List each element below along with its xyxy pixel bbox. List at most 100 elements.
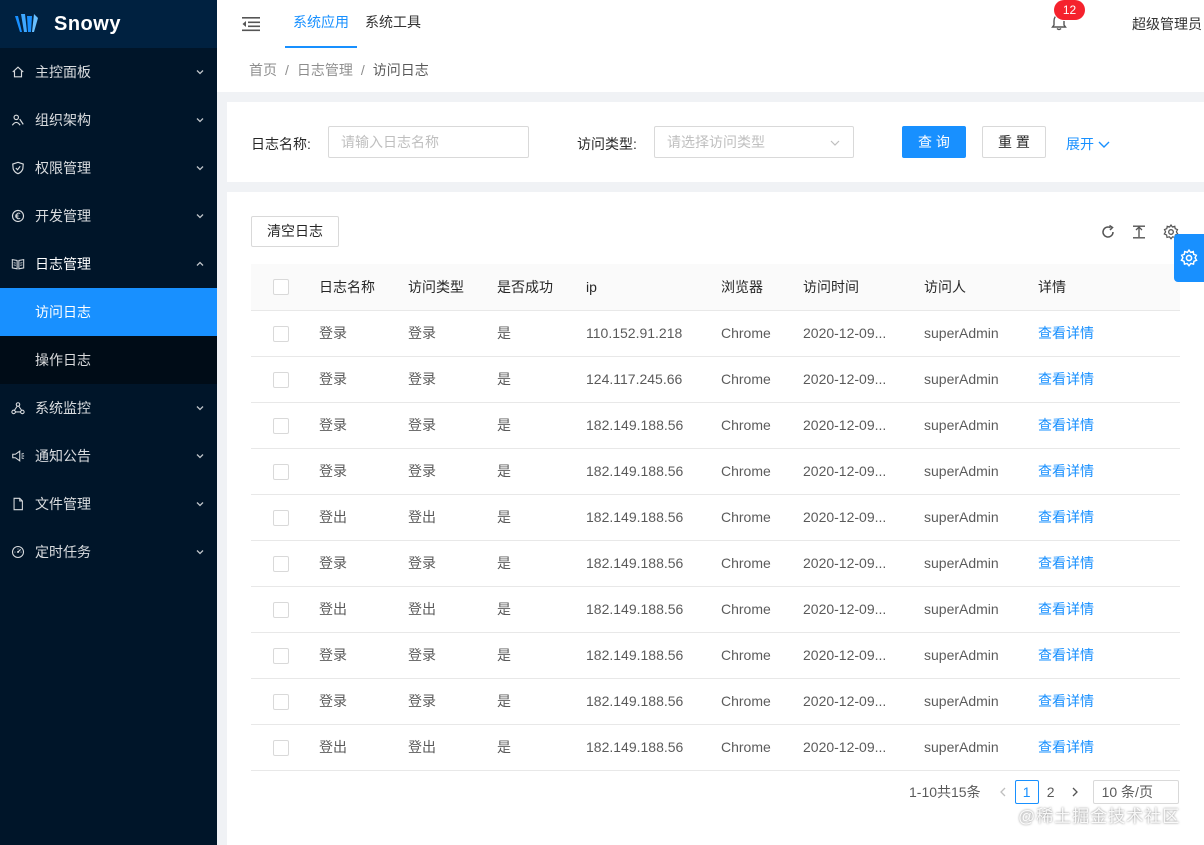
sidebar-item-2[interactable]: 权限管理 bbox=[0, 144, 217, 192]
tab-system-tools[interactable]: 系统工具 bbox=[357, 0, 429, 48]
cell-text: 是 bbox=[497, 371, 511, 387]
view-detail-link[interactable]: 查看详情 bbox=[1038, 371, 1094, 387]
sidebar-subitem-1[interactable]: 操作日志 bbox=[0, 336, 217, 384]
view-detail-link[interactable]: 查看详情 bbox=[1038, 601, 1094, 617]
column-header[interactable]: 详情 bbox=[1038, 264, 1180, 311]
chevron-down-icon bbox=[1098, 141, 1110, 148]
column-header[interactable]: 浏览器 bbox=[721, 264, 803, 311]
table-cell: 182.149.188.56 bbox=[586, 632, 721, 679]
file-icon bbox=[10, 496, 26, 512]
cell-text: 是 bbox=[497, 325, 511, 341]
next-page-icon[interactable] bbox=[1063, 780, 1087, 804]
sidebar-item-label: 通知公告 bbox=[35, 448, 91, 464]
table-cell: 是 bbox=[497, 494, 586, 541]
row-checkbox[interactable] bbox=[273, 463, 289, 480]
sidebar-item-8[interactable]: 定时任务 bbox=[0, 528, 217, 576]
pagination-total: 1-10共15条 bbox=[909, 784, 981, 800]
reset-button[interactable]: 重 置 bbox=[982, 126, 1046, 158]
expand-link[interactable]: 展开 bbox=[1066, 134, 1110, 154]
view-detail-link[interactable]: 查看详情 bbox=[1038, 555, 1094, 571]
cell-text: 登录 bbox=[319, 555, 347, 571]
row-checkbox[interactable] bbox=[273, 417, 289, 434]
table-row: 登录 登录 是 182.149.188.56 Chrome 2020-12-09... su… bbox=[251, 540, 1180, 587]
table-cell: superAdmin bbox=[924, 448, 1038, 495]
sidebar-item-7[interactable]: 文件管理 bbox=[0, 480, 217, 528]
log-name-input[interactable]: 请输入日志名称 bbox=[328, 126, 529, 158]
cell-text: 登录 bbox=[319, 693, 347, 709]
page-1-button[interactable]: 1 bbox=[1014, 780, 1039, 804]
sidebar-subitem-0[interactable]: 访问日志 bbox=[0, 288, 217, 336]
column-header[interactable]: 访问时间 bbox=[803, 264, 924, 311]
cell-text: 182.149.188.56 bbox=[586, 463, 684, 479]
cell-text: 182.149.188.56 bbox=[586, 509, 684, 525]
view-detail-link[interactable]: 查看详情 bbox=[1038, 509, 1094, 525]
query-button[interactable]: 查 询 bbox=[902, 126, 966, 158]
view-detail-link[interactable]: 查看详情 bbox=[1038, 325, 1094, 341]
prev-page-icon[interactable] bbox=[991, 780, 1015, 804]
row-checkbox[interactable] bbox=[273, 739, 289, 756]
logo[interactable]: Snowy bbox=[0, 0, 217, 48]
sidebar-item-4[interactable]: 日志管理 bbox=[0, 240, 217, 288]
sidebar-item-5[interactable]: 系统监控 bbox=[0, 384, 217, 432]
breadcrumb-log-management[interactable]: 日志管理 bbox=[297, 60, 353, 80]
table-cell: 查看详情 bbox=[1038, 724, 1180, 771]
column-header[interactable]: 日志名称 bbox=[319, 264, 408, 311]
row-checkbox[interactable] bbox=[273, 509, 289, 526]
row-checkbox[interactable] bbox=[273, 555, 289, 572]
sidebar-item-1[interactable]: 组织架构 bbox=[0, 96, 217, 144]
sidebar-item-0[interactable]: 主控面板 bbox=[0, 48, 217, 96]
tab-system-app[interactable]: 系统应用 bbox=[285, 0, 357, 48]
cell-text: 登录 bbox=[408, 325, 436, 341]
table-cell: 登出 bbox=[319, 586, 408, 633]
table-cell: 182.149.188.56 bbox=[586, 494, 721, 541]
view-detail-link[interactable]: 查看详情 bbox=[1038, 417, 1094, 433]
theme-setting-button[interactable] bbox=[1174, 234, 1204, 282]
cell-text: 登录 bbox=[408, 647, 436, 663]
table-cell: Chrome bbox=[721, 586, 803, 633]
column-height-icon[interactable] bbox=[1130, 223, 1148, 241]
expand-link-label: 展开 bbox=[1066, 136, 1094, 152]
table-cell: 登录 bbox=[408, 402, 497, 449]
page-2-button[interactable]: 2 bbox=[1039, 780, 1063, 804]
column-header[interactable]: 是否成功 bbox=[497, 264, 586, 311]
user-menu[interactable]: 超级管理员 bbox=[1132, 14, 1202, 34]
menu-fold-icon bbox=[242, 17, 260, 32]
row-select-cell bbox=[251, 540, 319, 587]
column-header[interactable]: 访问类型 bbox=[408, 264, 497, 311]
sidebar-item-label: 文件管理 bbox=[35, 496, 91, 512]
chevron-down-icon bbox=[195, 163, 205, 173]
table-cell: 登录 bbox=[408, 678, 497, 725]
table-cell: Chrome bbox=[721, 632, 803, 679]
sidebar-item-6[interactable]: 通知公告 bbox=[0, 432, 217, 480]
row-checkbox[interactable] bbox=[273, 693, 289, 710]
clear-log-button[interactable]: 清空日志 bbox=[251, 216, 339, 247]
view-detail-link[interactable]: 查看详情 bbox=[1038, 739, 1094, 755]
row-checkbox[interactable] bbox=[273, 601, 289, 618]
sidebar-item-3[interactable]: 开发管理 bbox=[0, 192, 217, 240]
select-all-checkbox[interactable] bbox=[273, 279, 289, 296]
access-type-placeholder: 请选择访问类型 bbox=[667, 134, 765, 150]
cell-text: 2020-12-09... bbox=[803, 463, 887, 479]
breadcrumb-home[interactable]: 首页 bbox=[249, 60, 277, 80]
row-checkbox[interactable] bbox=[273, 325, 289, 342]
row-checkbox[interactable] bbox=[273, 371, 289, 388]
cell-text: Chrome bbox=[721, 417, 771, 433]
column-header[interactable]: ip bbox=[586, 264, 721, 311]
row-select-cell bbox=[251, 586, 319, 633]
page-size-select[interactable]: 10 条/页 bbox=[1092, 780, 1179, 804]
table-cell: superAdmin bbox=[924, 494, 1038, 541]
access-type-select[interactable]: 请选择访问类型 bbox=[654, 126, 854, 158]
row-checkbox[interactable] bbox=[273, 647, 289, 664]
view-detail-link[interactable]: 查看详情 bbox=[1038, 647, 1094, 663]
cell-text: 登出 bbox=[319, 601, 347, 617]
view-detail-link[interactable]: 查看详情 bbox=[1038, 693, 1094, 709]
reload-icon[interactable] bbox=[1099, 223, 1117, 241]
row-select-cell bbox=[251, 402, 319, 449]
table-cell: 登录 bbox=[319, 632, 408, 679]
view-detail-link[interactable]: 查看详情 bbox=[1038, 463, 1094, 479]
table-cell: Chrome bbox=[721, 356, 803, 403]
column-header[interactable]: 访问人 bbox=[924, 264, 1038, 311]
table-cell: 查看详情 bbox=[1038, 678, 1180, 725]
shield-icon bbox=[10, 160, 26, 176]
menu-fold-button[interactable] bbox=[217, 0, 285, 48]
